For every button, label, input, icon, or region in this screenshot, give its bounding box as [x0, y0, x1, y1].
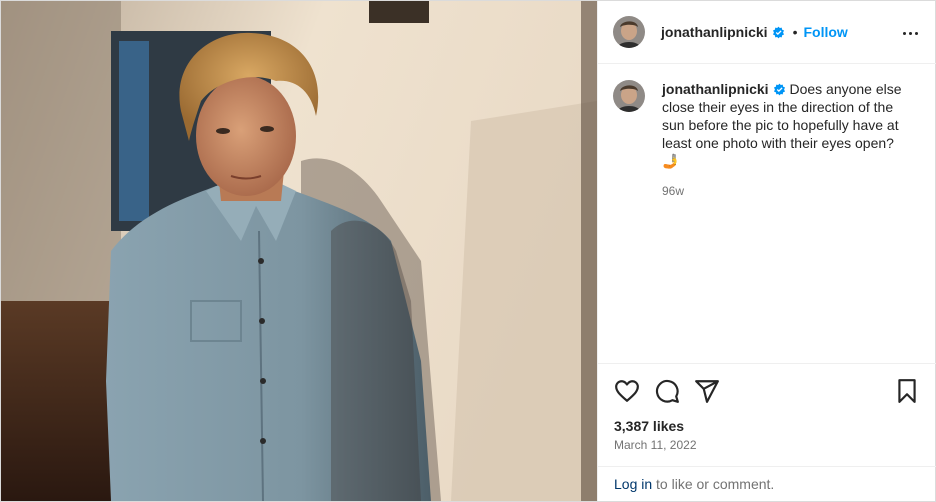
- caption-body: jonathanlipnicki Does anyone else close …: [662, 80, 907, 200]
- verified-badge-icon: [773, 82, 786, 96]
- username[interactable]: jonathanlipnicki: [661, 24, 768, 40]
- more-horizontal-icon[interactable]: [900, 23, 920, 43]
- follow-button[interactable]: Follow: [803, 24, 847, 40]
- instagram-post: jonathanlipnicki • Follow jonathanlipnic…: [0, 0, 936, 502]
- verified-badge-icon: [772, 26, 785, 39]
- separator-dot: •: [792, 24, 798, 40]
- post-side-panel: jonathanlipnicki • Follow jonathanlipnic…: [597, 1, 936, 501]
- login-prompt: Log in to like or comment.: [598, 466, 936, 501]
- post-date[interactable]: March 11, 2022: [614, 438, 697, 452]
- photo-image: [1, 1, 597, 501]
- caption-avatar[interactable]: [613, 80, 645, 112]
- caption: jonathanlipnicki Does anyone else close …: [613, 80, 923, 200]
- heart-icon[interactable]: [614, 378, 640, 404]
- time-ago[interactable]: 96w: [662, 182, 907, 200]
- post-photo[interactable]: [1, 1, 597, 501]
- post-header: jonathanlipnicki • Follow: [598, 1, 936, 64]
- login-prompt-text: to like or comment.: [652, 476, 775, 492]
- action-bar: [598, 363, 936, 416]
- bookmark-icon[interactable]: [894, 378, 920, 404]
- comment-icon[interactable]: [654, 378, 680, 404]
- share-icon[interactable]: [694, 378, 720, 404]
- avatar[interactable]: [613, 16, 645, 48]
- caption-username[interactable]: jonathanlipnicki: [662, 81, 769, 97]
- like-count[interactable]: 3,387 likes: [614, 418, 684, 434]
- login-link[interactable]: Log in: [614, 476, 652, 492]
